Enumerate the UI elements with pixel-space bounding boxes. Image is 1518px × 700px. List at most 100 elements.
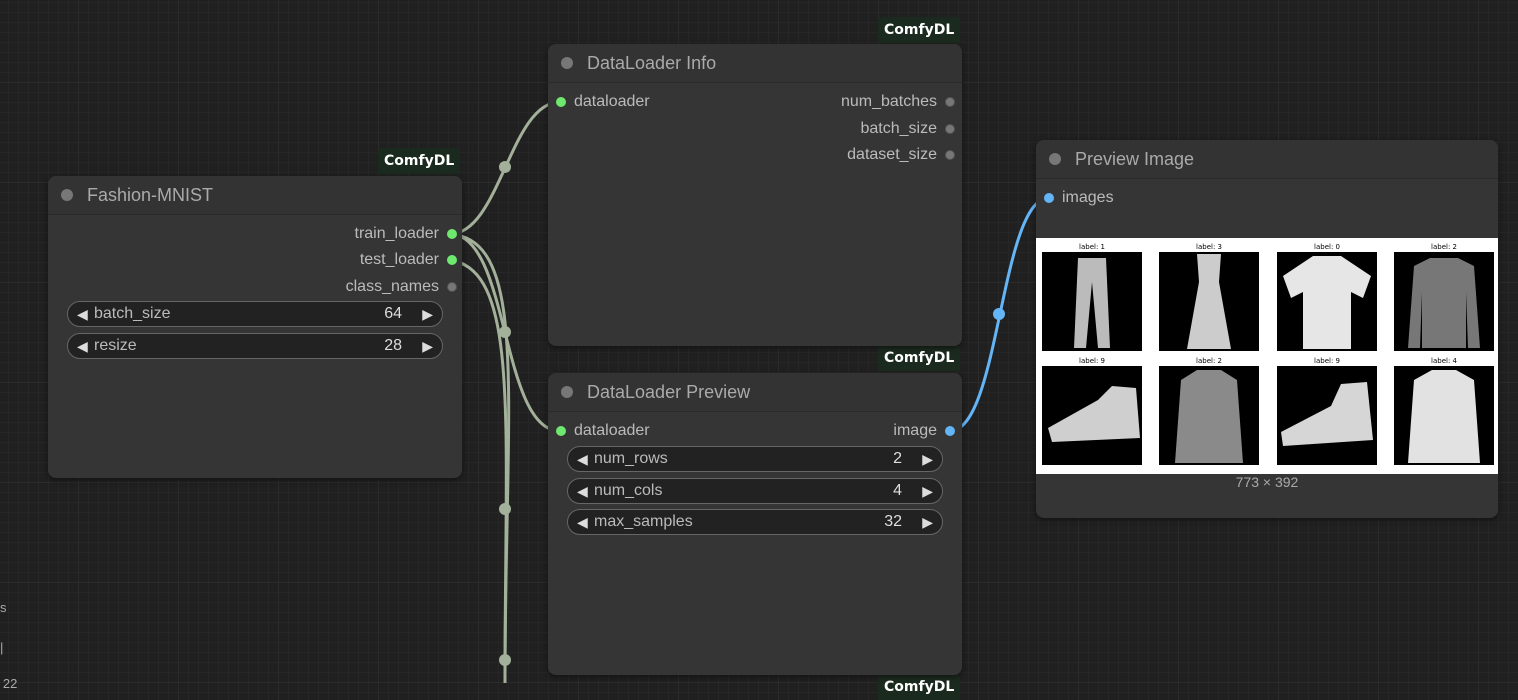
output-dataset-size[interactable]: dataset_size bbox=[847, 145, 955, 165]
cell-label: label: 2 bbox=[1431, 243, 1457, 251]
node-preview-image[interactable]: Preview Image images label: 1 label: 3 l… bbox=[1036, 140, 1498, 518]
widget-num-cols[interactable]: ◀ num_cols 4 ▶ bbox=[567, 478, 943, 504]
slot-label: test_loader bbox=[359, 251, 439, 268]
collapse-dot-icon[interactable] bbox=[61, 189, 73, 201]
node-title[interactable]: Preview Image bbox=[1036, 140, 1498, 179]
widget-max-samples[interactable]: ◀ max_samples 32 ▶ bbox=[567, 509, 943, 535]
slot-label: num_batches bbox=[840, 93, 937, 110]
cell-label: label: 9 bbox=[1314, 357, 1340, 365]
input-pin-icon[interactable] bbox=[556, 97, 566, 107]
link-train-to-preview bbox=[449, 232, 561, 433]
output-image[interactable]: image bbox=[893, 421, 955, 441]
slot-label: dataloader bbox=[574, 93, 650, 110]
widget-value[interactable]: 28 bbox=[384, 334, 402, 358]
coat-image bbox=[1394, 366, 1494, 465]
input-pin-icon[interactable] bbox=[556, 426, 566, 436]
increment-arrow-icon[interactable]: ▶ bbox=[922, 479, 933, 503]
image-dimensions: 773 × 392 bbox=[1235, 474, 1299, 490]
grid-cell: label: 9 bbox=[1042, 356, 1142, 465]
node-title-text: Fashion-MNIST bbox=[87, 185, 214, 205]
input-pin-icon[interactable] bbox=[1044, 193, 1054, 203]
decrement-arrow-icon[interactable]: ◀ bbox=[577, 510, 588, 534]
node-title[interactable]: Fashion-MNIST bbox=[48, 176, 462, 215]
dress-image bbox=[1159, 252, 1259, 351]
decrement-arrow-icon[interactable]: ◀ bbox=[577, 479, 588, 503]
link-midpoint[interactable] bbox=[499, 161, 511, 173]
link-midpoint[interactable] bbox=[993, 308, 1005, 320]
grid-cell: label: 0 bbox=[1277, 242, 1377, 351]
node-title-text: Preview Image bbox=[1075, 149, 1195, 169]
output-batch-size[interactable]: batch_size bbox=[860, 119, 955, 139]
input-dataloader[interactable]: dataloader bbox=[556, 92, 650, 112]
node-dataloader-preview[interactable]: DataLoader Preview dataloader image ◀ nu… bbox=[548, 373, 962, 675]
output-pin-icon[interactable] bbox=[945, 426, 955, 436]
widget-label: batch_size bbox=[94, 305, 171, 322]
output-pin-icon[interactable] bbox=[447, 255, 457, 265]
widget-num-rows[interactable]: ◀ num_rows 2 ▶ bbox=[567, 446, 943, 472]
grid-cell: label: 9 bbox=[1277, 356, 1377, 465]
output-train-loader[interactable]: train_loader bbox=[354, 224, 457, 244]
decrement-arrow-icon[interactable]: ◀ bbox=[77, 334, 88, 358]
link-midpoint[interactable] bbox=[499, 503, 511, 515]
grid-cell: label: 3 bbox=[1159, 242, 1259, 351]
slot-label: image bbox=[893, 422, 937, 439]
widget-value[interactable]: 2 bbox=[893, 447, 902, 471]
preview-image-grid[interactable]: label: 1 label: 3 label: 0 label: 2 labe… bbox=[1036, 238, 1498, 474]
increment-arrow-icon[interactable]: ▶ bbox=[422, 302, 433, 326]
widget-label: max_samples bbox=[594, 513, 693, 530]
output-pin-icon[interactable] bbox=[447, 229, 457, 239]
pullover-image bbox=[1159, 366, 1259, 465]
output-pin-icon[interactable] bbox=[945, 97, 955, 107]
node-title-text: DataLoader Preview bbox=[587, 382, 751, 402]
input-dataloader[interactable]: dataloader bbox=[556, 421, 650, 441]
decrement-arrow-icon[interactable]: ◀ bbox=[77, 302, 88, 326]
collapse-dot-icon[interactable] bbox=[561, 386, 573, 398]
link-midpoint[interactable] bbox=[499, 326, 511, 338]
cell-label: label: 9 bbox=[1079, 357, 1105, 365]
partial-side-text: | bbox=[0, 640, 4, 655]
widget-value[interactable]: 4 bbox=[893, 479, 902, 503]
grid-cell: label: 2 bbox=[1159, 356, 1259, 465]
grid-cell: label: 1 bbox=[1042, 242, 1142, 351]
grid-cell: label: 2 bbox=[1394, 242, 1494, 351]
node-title[interactable]: DataLoader Info bbox=[548, 44, 962, 83]
widget-batch-size[interactable]: ◀ batch_size 64 ▶ bbox=[67, 301, 443, 327]
widget-resize[interactable]: ◀ resize 28 ▶ bbox=[67, 333, 443, 359]
partial-side-text: 2 22 bbox=[0, 676, 18, 691]
increment-arrow-icon[interactable]: ▶ bbox=[922, 510, 933, 534]
slot-label: train_loader bbox=[354, 225, 440, 242]
widget-label: num_rows bbox=[594, 450, 668, 467]
node-title[interactable]: DataLoader Preview bbox=[548, 373, 962, 412]
link-preview-to-image bbox=[949, 196, 1050, 433]
cell-label: label: 2 bbox=[1196, 357, 1222, 365]
output-pin-icon[interactable] bbox=[945, 124, 955, 134]
increment-arrow-icon[interactable]: ▶ bbox=[422, 334, 433, 358]
cell-label: label: 3 bbox=[1196, 243, 1222, 251]
comfydl-badge: ComfyDL bbox=[878, 345, 961, 371]
slot-label: dataloader bbox=[574, 422, 650, 439]
increment-arrow-icon[interactable]: ▶ bbox=[922, 447, 933, 471]
slot-label: batch_size bbox=[860, 120, 938, 137]
cell-label: label: 0 bbox=[1314, 243, 1340, 251]
collapse-dot-icon[interactable] bbox=[561, 57, 573, 69]
input-images[interactable]: images bbox=[1044, 188, 1114, 208]
widget-label: resize bbox=[94, 337, 137, 354]
widget-value[interactable]: 32 bbox=[884, 510, 902, 534]
slot-label: images bbox=[1062, 189, 1114, 206]
comfydl-badge: ComfyDL bbox=[878, 674, 961, 700]
pullover-image bbox=[1394, 252, 1494, 351]
output-pin-icon[interactable] bbox=[447, 282, 457, 292]
output-num-batches[interactable]: num_batches bbox=[841, 92, 955, 112]
collapse-dot-icon[interactable] bbox=[1049, 153, 1061, 165]
ankle-boot-image bbox=[1042, 366, 1142, 465]
output-test-loader[interactable]: test_loader bbox=[360, 250, 457, 270]
link-midpoint[interactable] bbox=[499, 654, 511, 666]
node-dataloader-info[interactable]: DataLoader Info dataloader num_batches b… bbox=[548, 44, 962, 346]
output-pin-icon[interactable] bbox=[945, 150, 955, 160]
node-fashion-mnist[interactable]: Fashion-MNIST train_loader test_loader c… bbox=[48, 176, 462, 478]
widget-value[interactable]: 64 bbox=[384, 302, 402, 326]
slot-label: class_names bbox=[345, 278, 439, 295]
comfydl-badge: ComfyDL bbox=[878, 17, 961, 43]
decrement-arrow-icon[interactable]: ◀ bbox=[577, 447, 588, 471]
output-class-names[interactable]: class_names bbox=[346, 277, 457, 297]
